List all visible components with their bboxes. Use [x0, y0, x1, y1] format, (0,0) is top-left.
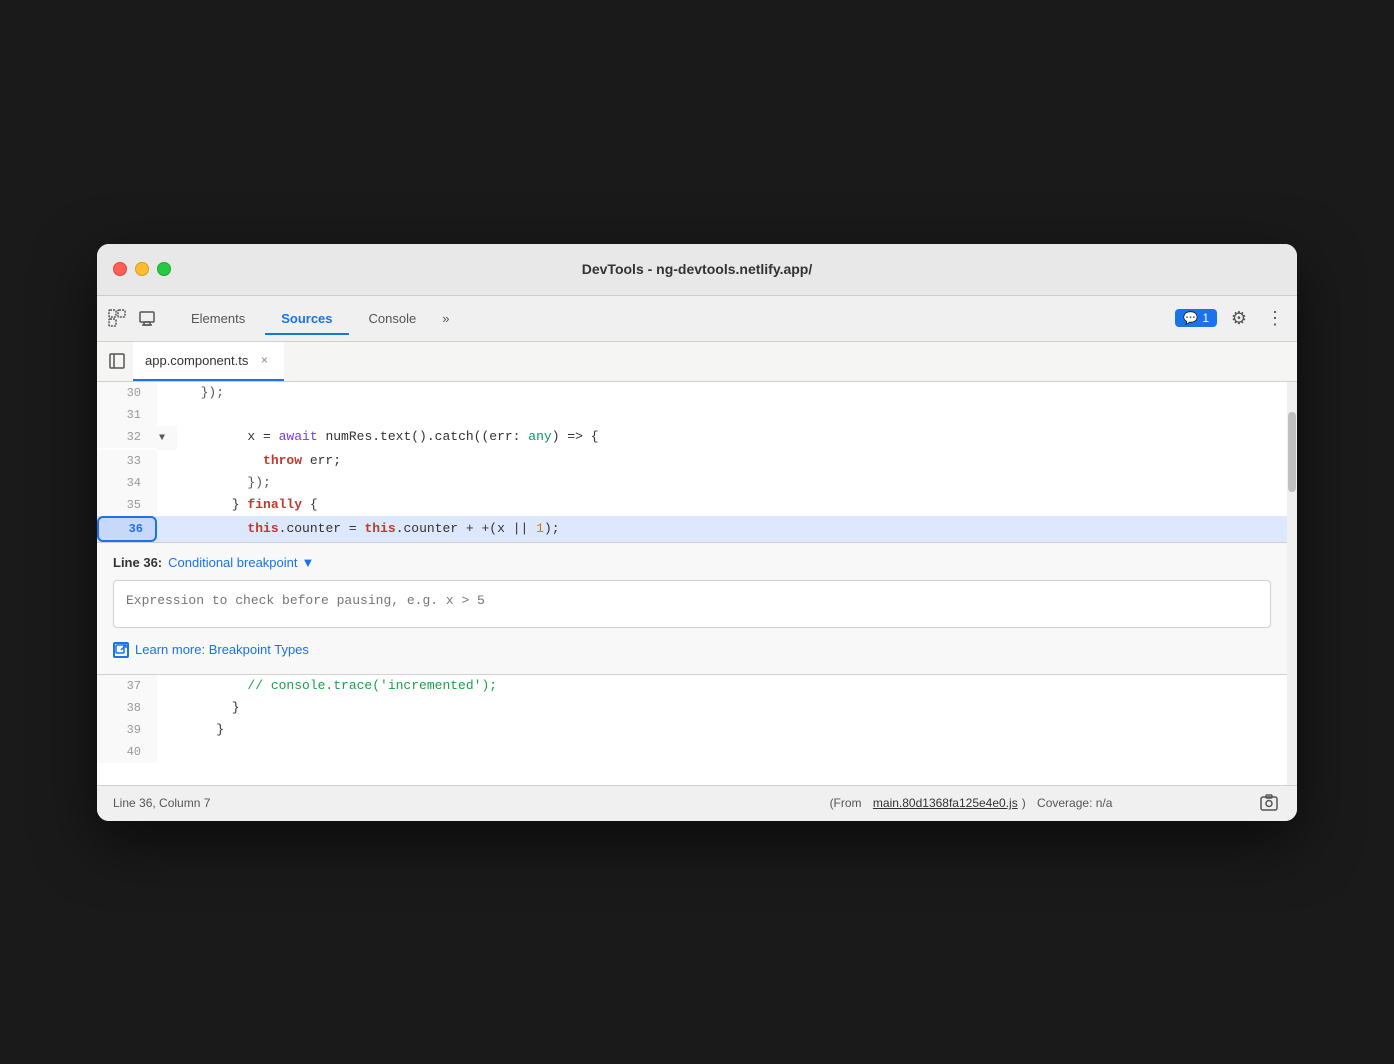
- bp-type-label: Conditional breakpoint: [168, 555, 297, 570]
- inspect-icon[interactable]: [105, 306, 129, 330]
- line-number-39: 39: [97, 719, 157, 741]
- status-position: Line 36, Column 7: [113, 796, 685, 810]
- code-area: 30 }); 31 32 ▼ x = awa: [97, 382, 1287, 542]
- more-options-button[interactable]: ⋮: [1261, 304, 1289, 332]
- code-line-32: 32 ▼ x = await numRes.text().catch((err:…: [97, 426, 1287, 450]
- status-source-link[interactable]: main.80d1368fa125e4e0.js: [873, 796, 1018, 810]
- line-number-32: 32: [97, 426, 157, 448]
- code-content-34: });: [177, 472, 1287, 494]
- code-with-scrollbar: 30 }); 31 32 ▼ x = awa: [97, 382, 1287, 785]
- code-content-33: throw err;: [177, 450, 1287, 472]
- code-content-36: this.counter = this.counter + +(x || 1);: [177, 518, 1287, 540]
- status-coverage: Coverage: n/a: [1037, 796, 1112, 810]
- line-number-30: 30: [97, 382, 157, 404]
- code-line-33: 33 throw err;: [97, 450, 1287, 472]
- line-number-34: 34: [97, 472, 157, 494]
- status-from: (From: [830, 796, 862, 810]
- line-number-33: 33: [97, 450, 157, 472]
- code-line-38: 38 }: [97, 697, 1287, 719]
- bp-learn-more-text: Learn more: Breakpoint Types: [135, 642, 309, 657]
- code-line-34: 34 });: [97, 472, 1287, 494]
- bp-type-arrow: ▼: [302, 555, 315, 570]
- line-number-36: 36: [97, 516, 157, 542]
- code-content-31: [177, 404, 1287, 426]
- tab-elements[interactable]: Elements: [175, 303, 261, 334]
- line-number-35: 35: [97, 494, 157, 516]
- devtools-window: DevTools - ng-devtools.netlify.app/ Ele: [97, 244, 1297, 821]
- code-content-39: }: [177, 719, 1287, 741]
- code-content-30: });: [177, 382, 1287, 404]
- more-tabs-button[interactable]: »: [436, 307, 455, 330]
- message-icon: 💬: [1183, 311, 1198, 325]
- code-area-after: 37 // console.trace('incremented'); 38 }…: [97, 675, 1287, 785]
- line-number-40: 40: [97, 741, 157, 763]
- device-toolbar-icon[interactable]: [135, 306, 159, 330]
- file-tab-name: app.component.ts: [145, 353, 248, 368]
- close-button[interactable]: [113, 262, 127, 276]
- devtools-tab-bar: Elements Sources Console » 💬 1 ⚙ ⋮: [97, 296, 1297, 342]
- title-bar: DevTools - ng-devtools.netlify.app/: [97, 244, 1297, 296]
- code-line-30: 30 });: [97, 382, 1287, 404]
- code-line-37: 37 // console.trace('incremented');: [97, 675, 1287, 697]
- file-tab-bar: app.component.ts ×: [97, 342, 1297, 382]
- settings-button[interactable]: ⚙: [1225, 304, 1253, 332]
- line-number-31: 31: [97, 404, 157, 426]
- bp-expression-area[interactable]: [113, 580, 1271, 628]
- line-number-38: 38: [97, 697, 157, 719]
- sidebar-toggle-button[interactable]: [101, 342, 133, 381]
- code-line-36-breakpoint: 36 this.counter = this.counter + +(x || …: [97, 516, 1287, 542]
- status-bar: Line 36, Column 7 (From main.80d1368fa12…: [97, 785, 1297, 821]
- tab-sources[interactable]: Sources: [265, 303, 348, 334]
- code-editor: 30 }); 31 32 ▼ x = awa: [97, 382, 1287, 785]
- file-tab-close-button[interactable]: ×: [256, 352, 272, 368]
- tab-console[interactable]: Console: [353, 303, 433, 334]
- scrollbar-thumb[interactable]: [1288, 412, 1296, 492]
- breakpoint-panel: Line 36: Conditional breakpoint ▼: [97, 542, 1287, 675]
- message-badge[interactable]: 💬 1: [1175, 309, 1217, 327]
- editor-scrollbar-area: 30 }); 31 32 ▼ x = awa: [97, 382, 1297, 785]
- bp-header: Line 36: Conditional breakpoint ▼: [113, 555, 1271, 570]
- bp-line-label: Line 36:: [113, 555, 162, 570]
- code-content-37: // console.trace('incremented');: [177, 675, 1287, 697]
- code-line-40: 40: [97, 741, 1287, 785]
- status-source: (From main.80d1368fa125e4e0.js ) Coverag…: [685, 796, 1257, 810]
- status-right: [1257, 791, 1281, 815]
- code-line-35: 35 } finally {: [97, 494, 1287, 516]
- line-number-37: 37: [97, 675, 157, 697]
- code-content-40: [177, 741, 1287, 763]
- minimize-button[interactable]: [135, 262, 149, 276]
- bp-expression-input[interactable]: [126, 593, 1258, 608]
- code-content-35: } finally {: [177, 494, 1287, 516]
- scrollbar-track[interactable]: [1287, 382, 1297, 785]
- bp-type-selector[interactable]: Conditional breakpoint ▼: [168, 555, 314, 570]
- external-link-icon: [113, 642, 129, 658]
- tab-bar-right: 💬 1 ⚙ ⋮: [1175, 304, 1289, 332]
- line-gutter-32: ▼: [157, 426, 177, 450]
- screenshot-button[interactable]: [1257, 791, 1281, 815]
- maximize-button[interactable]: [157, 262, 171, 276]
- file-tab-app-component[interactable]: app.component.ts ×: [133, 342, 284, 381]
- window-title: DevTools - ng-devtools.netlify.app/: [113, 261, 1281, 277]
- code-content-32: x = await numRes.text().catch((err: any)…: [177, 426, 1287, 448]
- code-content-38: }: [177, 697, 1287, 719]
- bp-learn-more-link[interactable]: Learn more: Breakpoint Types: [113, 642, 1271, 658]
- traffic-lights: [113, 262, 171, 276]
- status-close-paren: ): [1022, 796, 1026, 810]
- code-line-31: 31: [97, 404, 1287, 426]
- code-line-39: 39 }: [97, 719, 1287, 741]
- devtools-icons: [105, 306, 159, 330]
